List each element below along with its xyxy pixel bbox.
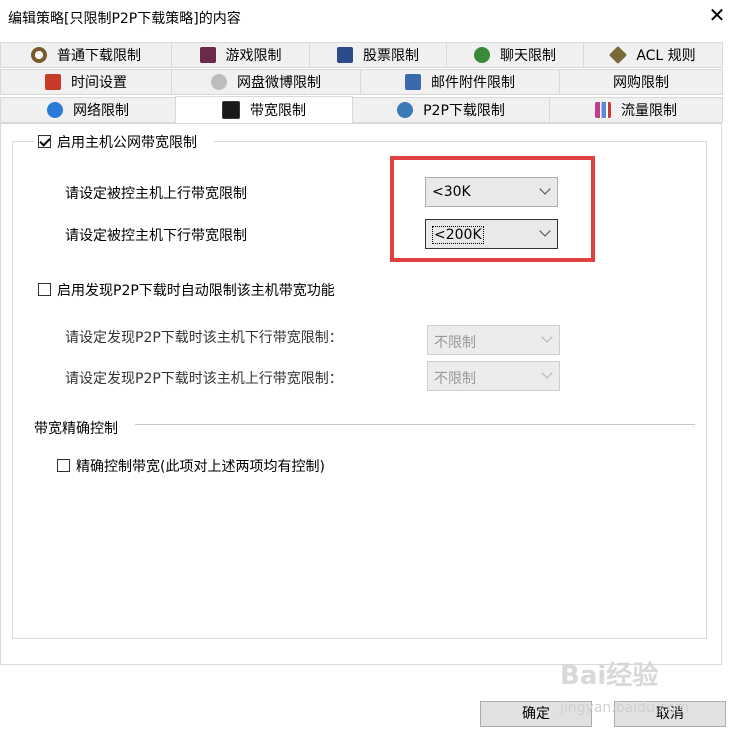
bandwidth-group-box [12,141,707,639]
p2p-icon [397,102,414,118]
tab-label: 聊天限制 [500,48,556,64]
tab-label: 带宽限制 [250,103,306,119]
tab-bandwidth[interactable]: 带宽限制 [175,96,353,123]
baidu-watermark-url: jingyan.baidu.com [560,700,690,716]
p2p-download-limit-label: 请设定发现P2P下载时该主机下行带宽限制： [65,330,343,346]
ie-icon [47,102,63,118]
tab-stock[interactable]: 股票限制 [309,42,447,68]
precise-control-checkbox[interactable] [57,459,70,472]
tab-label: 流量限制 [621,103,677,119]
tab-label: P2P下载限制 [423,103,505,119]
timer-icon [45,74,61,90]
tab-label: 邮件附件限制 [431,75,515,91]
tab-normal-download[interactable]: 普通下载限制 [0,42,172,68]
p2p-auto-limit-checkbox[interactable] [38,283,51,296]
tab-label: 时间设置 [71,75,127,91]
window-title: 编辑策略[只限制P2P下载策略]的内容 [8,11,241,27]
tab-label: 网购限制 [613,75,669,91]
highlight-box [390,156,595,262]
section-divider [135,424,695,425]
chart-icon [337,47,353,63]
mail-icon [405,74,421,90]
precise-control-section-label: 带宽精确控制 [34,421,118,437]
tab-acl[interactable]: ACL 规则 [583,42,723,68]
p2p-upload-limit-label: 请设定发现P2P下载时该主机上行带宽限制： [65,371,343,387]
tab-label: 网盘微博限制 [237,75,321,91]
tab-label: 游戏限制 [225,48,282,64]
tab-chat[interactable]: 聊天限制 [446,42,584,68]
cloud-icon [211,74,227,90]
tab-label: 股票限制 [363,48,419,64]
enable-bandwidth-label: 启用主机公网带宽限制 [57,135,197,151]
clock-icon [31,47,47,63]
tab-p2p-download[interactable]: P2P下载限制 [352,97,550,123]
game-icon [199,47,216,63]
p2p-upload-limit-value: 不限制 [434,371,476,387]
tab-cloud-weibo[interactable]: 网盘微博限制 [171,69,361,95]
p2p-download-limit-select[interactable]: 不限制 [427,325,560,355]
p2p-auto-limit-label: 启用发现P2P下载时自动限制该主机带宽功能 [57,283,335,299]
p2p-download-limit-value: 不限制 [434,335,476,351]
tab-traffic[interactable]: 流量限制 [549,97,723,123]
close-icon[interactable]: ✕ [706,2,728,28]
bars-icon [595,102,611,118]
chat-icon [474,47,490,63]
upload-limit-label: 请设定被控主机上行带宽限制 [65,186,247,202]
tab-online-shopping[interactable]: 网购限制 [559,69,723,95]
tab-network[interactable]: 网络限制 [0,97,176,123]
tab-label: ACL 规则 [636,48,696,64]
tab-game[interactable]: 游戏限制 [171,42,310,68]
tab-mail-attachment[interactable]: 邮件附件限制 [360,69,560,95]
monitor-icon [222,101,240,119]
precise-control-label: 精确控制带宽(此项对上述两项均有控制) [76,459,325,475]
baidu-watermark-logo: Bai经验 [560,661,659,691]
download-limit-label: 请设定被控主机下行带宽限制 [65,228,247,244]
chevron-down-icon [541,367,553,379]
enable-bandwidth-checkbox[interactable] [38,135,51,148]
tab-label: 网络限制 [73,103,129,119]
tag-icon [609,45,628,65]
tab-time-settings[interactable]: 时间设置 [0,69,172,95]
chevron-down-icon [541,331,553,343]
p2p-upload-limit-select[interactable]: 不限制 [427,361,560,391]
tab-label: 普通下载限制 [57,48,141,64]
